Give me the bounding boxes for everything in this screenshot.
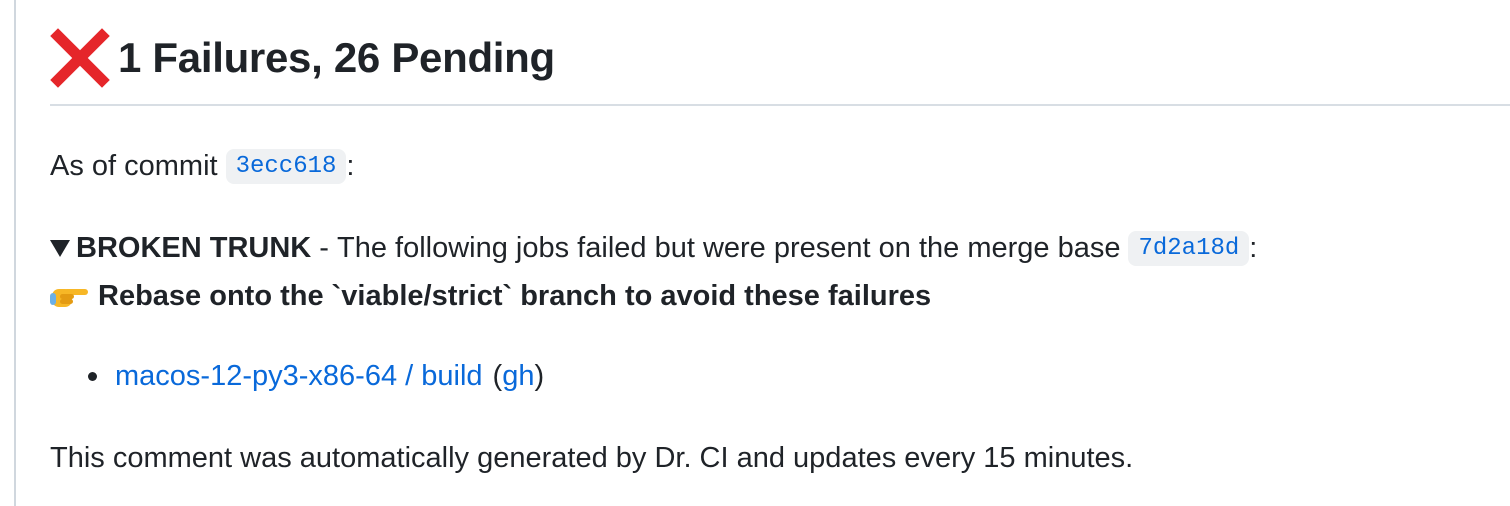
broken-trunk-separator: - <box>311 231 337 264</box>
footer-note: This comment was automatically generated… <box>50 438 1133 478</box>
job-close-paren: ) <box>534 359 545 392</box>
commit-suffix: : <box>346 149 355 182</box>
rebase-note-text: Rebase onto the `viable/strict` branch t… <box>98 279 932 312</box>
pointing-right-hand-icon <box>50 281 90 311</box>
broken-trunk-title: BROKEN TRUNK <box>76 231 312 264</box>
merge-base-link[interactable]: 7d2a18d <box>1128 230 1250 266</box>
comment-heading: 1 Failures, 26 Pending <box>50 26 555 90</box>
list-bullet <box>88 371 97 381</box>
comment-left-border <box>14 0 16 506</box>
triangle-down-icon[interactable] <box>50 239 70 257</box>
commit-prefix: As of commit <box>50 149 218 182</box>
failed-job-list-item: macos-12-py3-x86-64 / build ( gh ) <box>50 356 544 396</box>
broken-trunk-description: The following jobs failed but were prese… <box>337 231 1121 264</box>
broken-trunk-summary[interactable]: BROKEN TRUNK - The following jobs failed… <box>50 228 1257 268</box>
job-open-paren: ( <box>492 359 503 392</box>
footer-text: This comment was automatically generated… <box>50 441 1134 474</box>
commit-link[interactable]: 3ecc618 <box>225 148 347 184</box>
rebase-note: Rebase onto the `viable/strict` branch t… <box>50 276 931 316</box>
gh-link[interactable]: gh <box>502 360 534 393</box>
broken-trunk-suffix: : <box>1249 231 1258 264</box>
heading-text: 1 Failures, 26 Pending <box>118 34 555 81</box>
red-cross-mark-icon <box>50 28 110 88</box>
commit-line: As of commit 3ecc618 : <box>50 146 354 186</box>
heading-divider <box>50 104 1510 106</box>
failed-job-link[interactable]: macos-12-py3-x86-64 / build <box>115 360 483 393</box>
